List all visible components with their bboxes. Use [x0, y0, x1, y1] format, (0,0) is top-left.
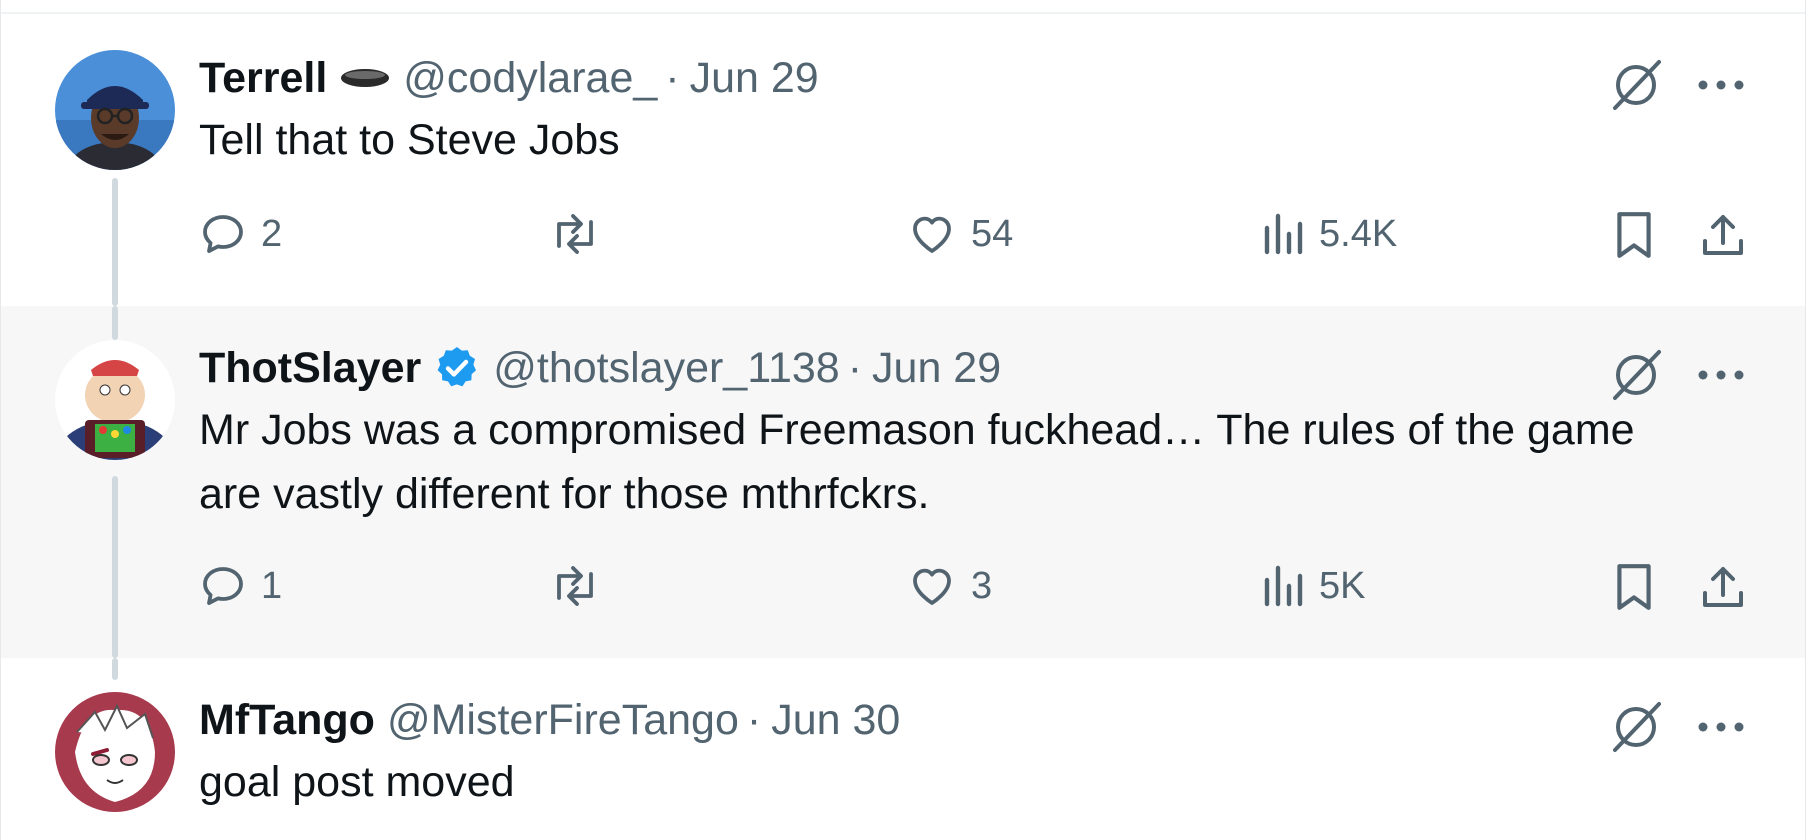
display-name[interactable]: ThotSlayer [199, 340, 421, 396]
heart-icon [913, 568, 951, 605]
user-handle[interactable]: @thotslayer_1138 [493, 340, 839, 396]
grok-icon[interactable] [1609, 700, 1663, 754]
view-count: 5K [1319, 564, 1366, 607]
bookmark-icon [1617, 564, 1651, 610]
share-icon [1703, 215, 1743, 255]
reply-count: 2 [261, 212, 283, 255]
tweet-text: goal post moved [199, 758, 515, 806]
display-name[interactable]: Terrell [199, 50, 327, 106]
views-chart-icon [1264, 213, 1303, 255]
share-button[interactable] [1699, 562, 1747, 612]
avatar[interactable] [55, 692, 175, 812]
thread-connector [112, 476, 118, 658]
reply-button[interactable]: 1 [199, 562, 282, 610]
share-button[interactable] [1699, 210, 1747, 260]
reply-icon [203, 215, 243, 253]
share-icon [1703, 567, 1743, 607]
retweet-icon [557, 214, 593, 254]
black-oval-icon [339, 66, 391, 90]
tweet-date[interactable]: Jun 30 [771, 692, 900, 748]
tweet-actions: 1 3 5K [199, 562, 1749, 622]
retweet-button[interactable] [549, 562, 615, 610]
tweet-text-line-1: Mr Jobs was a compromised Freemason fuck… [199, 406, 1635, 454]
views-button[interactable]: 5.4K [1261, 210, 1397, 258]
view-count: 5.4K [1319, 212, 1398, 255]
tweet-text-line-2: are vastly different for those mthrfckrs… [199, 470, 930, 518]
like-count: 3 [971, 564, 993, 607]
like-button[interactable]: 54 [907, 210, 1013, 258]
thread-connector [112, 306, 118, 340]
replies-timeline: Terrell @codylarae_ · Jun 29 Tell that t… [0, 0, 1806, 840]
grok-icon[interactable] [1609, 58, 1663, 112]
tweet-header: ThotSlayer @thotslayer_1138 · Jun 29 [199, 340, 1765, 396]
user-handle[interactable]: @codylarae_ [403, 50, 657, 106]
separator-dot: · [665, 54, 680, 102]
grok-icon[interactable] [1609, 348, 1663, 402]
thread-connector [112, 178, 118, 306]
like-count: 54 [971, 212, 1014, 255]
avatar[interactable] [55, 340, 175, 460]
retweet-button[interactable] [549, 210, 615, 258]
verified-badge-icon [433, 344, 481, 392]
display-name[interactable]: MfTango [199, 692, 375, 748]
tweet-header: MfTango @MisterFireTango · Jun 30 [199, 692, 1765, 748]
more-options-icon[interactable] [1697, 721, 1745, 733]
avatar[interactable] [55, 50, 175, 170]
tweet-actions: 2 54 5.4K [199, 210, 1749, 270]
reply-tweet[interactable]: MfTango @MisterFireTango · Jun 30 goal p… [1, 658, 1805, 840]
more-options-icon[interactable] [1697, 369, 1745, 381]
like-button[interactable]: 3 [907, 562, 992, 610]
reply-tweet[interactable]: Terrell @codylarae_ · Jun 29 Tell that t… [1, 14, 1805, 306]
bookmark-button[interactable] [1613, 210, 1655, 260]
bookmark-button[interactable] [1613, 562, 1655, 612]
separator-dot: · [847, 344, 863, 392]
bookmark-icon [1617, 212, 1651, 258]
reply-icon [203, 567, 243, 605]
views-chart-icon [1264, 565, 1303, 607]
user-handle[interactable]: @MisterFireTango [387, 692, 739, 748]
views-button[interactable]: 5K [1261, 562, 1365, 610]
tweet-date[interactable]: Jun 29 [690, 50, 819, 106]
reply-button[interactable]: 2 [199, 210, 282, 258]
tweet-date[interactable]: Jun 29 [872, 340, 1001, 396]
tweet-header: Terrell @codylarae_ · Jun 29 [199, 50, 1765, 106]
reply-tweet-highlighted[interactable]: ThotSlayer @thotslayer_1138 · Jun 29 Mr … [1, 306, 1805, 658]
retweet-icon [557, 566, 593, 606]
separator-dot: · [746, 696, 762, 744]
more-options-icon[interactable] [1697, 79, 1745, 91]
heart-icon [913, 216, 951, 253]
tweet-text: Tell that to Steve Jobs [199, 116, 620, 164]
reply-count: 1 [261, 564, 283, 607]
thread-connector [112, 658, 118, 680]
